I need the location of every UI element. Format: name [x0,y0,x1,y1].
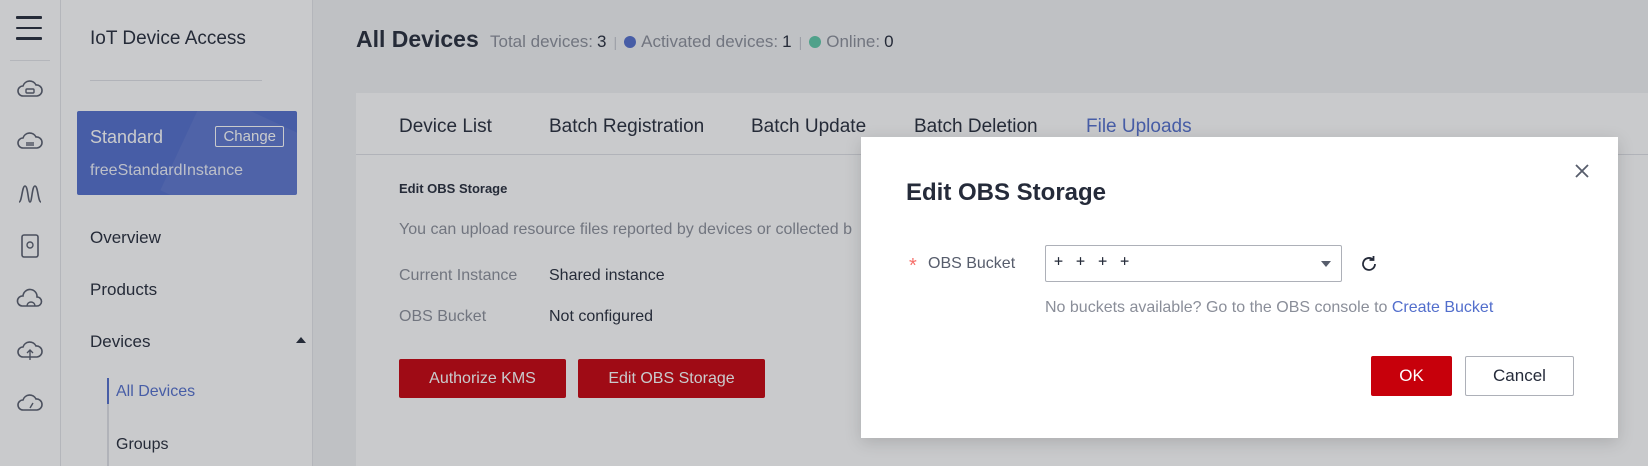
close-icon[interactable] [1572,161,1592,181]
obs-bucket-field-label: OBS Bucket [928,255,1016,272]
ok-button[interactable]: OK [1371,356,1452,396]
refresh-icon[interactable] [1358,253,1380,275]
create-bucket-link[interactable]: Create Bucket [1392,299,1493,316]
dialog-title: Edit OBS Storage [906,179,1107,206]
required-marker: * [909,255,917,277]
obs-bucket-select[interactable]: + + + + [1045,245,1342,282]
edit-obs-storage-dialog: Edit OBS Storage * OBS Bucket + + + + No… [861,137,1618,438]
cancel-button[interactable]: Cancel [1465,356,1574,396]
no-buckets-hint: No buckets available? Go to the OBS cons… [1045,299,1493,317]
hint-text: No buckets available? Go to the OBS cons… [1045,299,1392,316]
chevron-down-icon[interactable] [1321,261,1331,267]
obs-bucket-select-value: + + + + [1054,252,1132,270]
